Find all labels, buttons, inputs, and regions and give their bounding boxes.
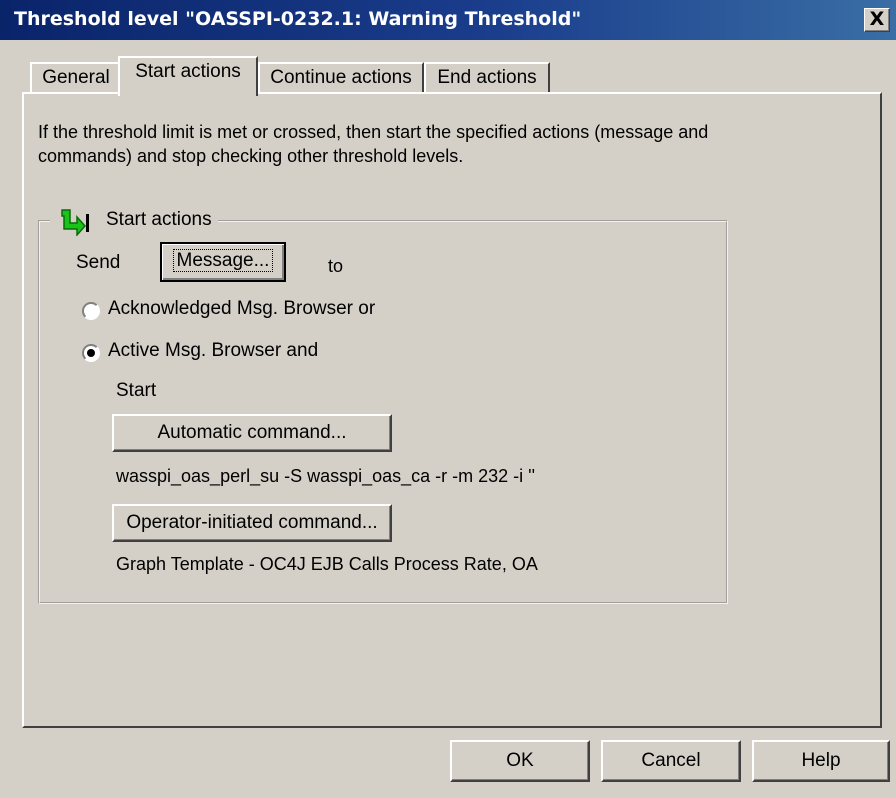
active-label: Active Msg. Browser and xyxy=(108,340,319,361)
description-text: If the threshold limit is met or crossed… xyxy=(38,122,709,166)
tab-continue-actions[interactable]: Continue actions xyxy=(258,62,424,92)
radio-acknowledged[interactable] xyxy=(82,302,100,320)
tab-general[interactable]: General xyxy=(30,62,122,92)
automatic-command-value: wasspi_oas_perl_su -S wasspi_oas_ca -r -… xyxy=(116,466,536,486)
start-label: Start xyxy=(116,380,157,401)
green-arrow-icon xyxy=(61,209,89,236)
cancel-button[interactable]: Cancel xyxy=(601,740,741,782)
tab-start-actions[interactable]: Start actions xyxy=(118,56,258,96)
operator-command-value: Graph Template - OC4J EJB Calls Process … xyxy=(116,554,538,574)
group-legend: Start actions xyxy=(50,200,218,240)
acknowledged-label: Acknowledged Msg. Browser or xyxy=(108,298,376,319)
ok-button[interactable]: OK xyxy=(450,740,590,782)
radio-selected-dot xyxy=(87,349,95,357)
tab-strip: General Start actions Continue actions E… xyxy=(30,56,870,96)
title-bar: Threshold level "OASSPI-0232.1: Warning … xyxy=(0,0,896,40)
message-button[interactable]: Message... xyxy=(160,242,286,282)
operator-command-button[interactable]: Operator-initiated command... xyxy=(112,504,392,542)
automatic-command-button[interactable]: Automatic command... xyxy=(112,414,392,452)
window-title: Threshold level "OASSPI-0232.1: Warning … xyxy=(14,8,582,30)
tab-end-actions[interactable]: End actions xyxy=(424,62,550,92)
start-actions-group: Start actions Send Message... to Acknowl… xyxy=(38,200,728,604)
send-label: Send xyxy=(76,252,121,273)
to-label: to xyxy=(328,256,344,276)
close-button[interactable]: X xyxy=(864,8,890,32)
tab-panel: If the threshold limit is met or crossed… xyxy=(22,92,882,728)
group-title: Start actions xyxy=(106,209,212,230)
close-icon: X xyxy=(869,8,885,30)
help-button[interactable]: Help xyxy=(752,740,890,782)
radio-active[interactable] xyxy=(82,344,100,362)
